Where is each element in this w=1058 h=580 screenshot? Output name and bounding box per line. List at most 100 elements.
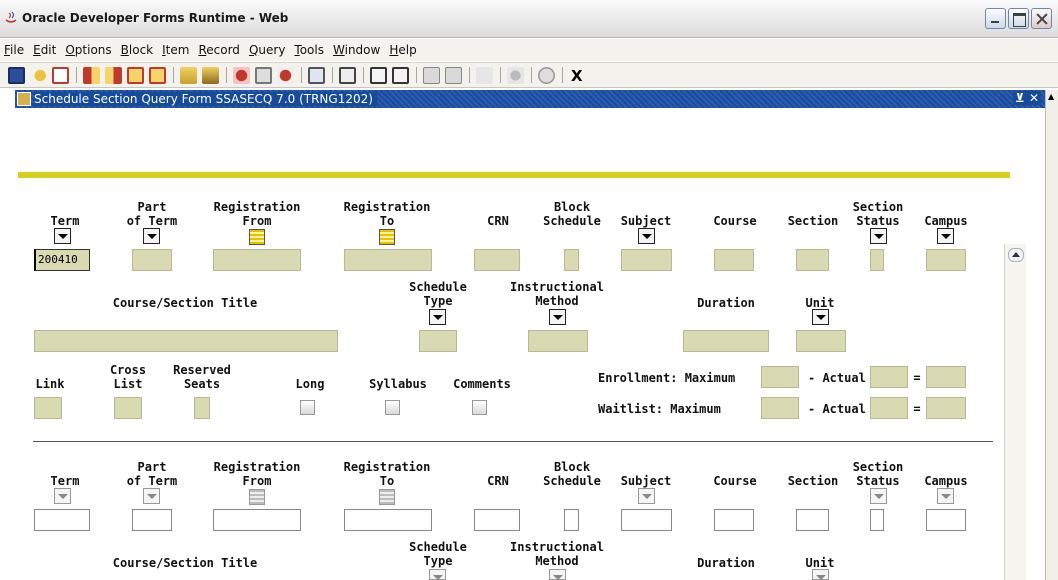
registration-from-field-2[interactable] — [213, 509, 301, 531]
previous-block-icon[interactable] — [83, 66, 100, 84]
section-status-lov-button-2[interactable] — [870, 488, 887, 504]
subject-field-2[interactable] — [621, 509, 672, 531]
waitlist-remaining-field[interactable] — [926, 397, 966, 419]
next-record-icon[interactable] — [149, 66, 166, 84]
menu-window[interactable]: Window — [333, 43, 380, 57]
close-window-button[interactable] — [1031, 8, 1052, 29]
long-checkbox[interactable] — [300, 400, 315, 415]
section-field[interactable] — [796, 249, 829, 271]
menu-query[interactable]: Query — [249, 43, 285, 57]
term-field[interactable]: 200410 — [34, 249, 90, 271]
subject-lov-button[interactable] — [638, 228, 655, 244]
print-report-icon[interactable] — [339, 66, 356, 84]
export-data-icon[interactable] — [392, 66, 409, 84]
enrollment-actual-field[interactable] — [870, 366, 908, 388]
cross-list-field[interactable] — [114, 397, 142, 419]
term-field-2[interactable] — [34, 509, 90, 531]
minimize-button[interactable] — [985, 8, 1006, 29]
duration-field[interactable] — [683, 330, 769, 352]
menu-block[interactable]: Block — [121, 43, 153, 57]
records-scrollbar[interactable] — [1004, 244, 1026, 580]
rollback-icon[interactable] — [30, 66, 47, 84]
extract-data-icon[interactable] — [370, 66, 387, 84]
section-field-2[interactable] — [796, 509, 829, 531]
link-field[interactable] — [34, 397, 62, 419]
waitlist-maximum-field[interactable] — [761, 397, 799, 419]
syllabus-checkbox[interactable] — [385, 400, 400, 415]
section-status-field[interactable] — [870, 249, 884, 271]
waitlist-actual-field[interactable] — [870, 397, 908, 419]
crn-field-2[interactable] — [474, 509, 520, 531]
course-field-2[interactable] — [714, 509, 754, 531]
registration-to-calendar-icon[interactable] — [379, 229, 395, 245]
schedule-type-lov-button[interactable] — [429, 309, 446, 325]
part-of-term-lov-button[interactable] — [143, 228, 160, 244]
print-icon[interactable] — [52, 66, 69, 84]
section-label: Section — [787, 214, 839, 228]
menu-item[interactable]: Item — [162, 43, 189, 57]
menu-help[interactable]: Help — [389, 43, 416, 57]
block-schedule-field-2[interactable] — [564, 509, 579, 531]
course-section-title-field[interactable] — [34, 330, 338, 352]
menu-tools[interactable]: Tools — [294, 43, 324, 57]
maximize-button[interactable] — [1008, 8, 1029, 29]
comments-checkbox[interactable] — [472, 400, 487, 415]
schedule-type-field[interactable] — [419, 330, 457, 352]
term-lov-button-2[interactable] — [54, 488, 71, 504]
instructional-method-lov-button-2[interactable] — [549, 569, 566, 580]
part-of-term-field-2[interactable] — [132, 509, 172, 531]
course-field[interactable] — [714, 249, 754, 271]
item-properties-icon[interactable] — [445, 66, 462, 84]
menu-options[interactable]: Options — [65, 43, 111, 57]
section-status-lov-button[interactable] — [870, 228, 887, 244]
options-icon[interactable] — [423, 66, 440, 84]
execute-query-icon[interactable] — [202, 66, 219, 84]
term-lov-button[interactable] — [54, 228, 71, 244]
part-of-term-field[interactable] — [132, 249, 172, 271]
insert-record-icon[interactable] — [233, 66, 250, 84]
exit-button[interactable]: X — [571, 67, 583, 85]
subject-field[interactable] — [621, 249, 672, 271]
reserved-seats-field[interactable] — [194, 397, 210, 419]
next-block-icon[interactable] — [105, 66, 122, 84]
campus-lov-button[interactable] — [937, 228, 954, 244]
outer-scrollbar[interactable]: ▲ — [1045, 90, 1058, 580]
campus-field[interactable] — [926, 249, 966, 271]
crn-field[interactable] — [474, 249, 520, 271]
section-status-field-2[interactable] — [870, 509, 884, 531]
previous-record-icon[interactable] — [127, 66, 144, 84]
registration-from-calendar-icon-2[interactable] — [249, 489, 265, 505]
enrollment-remaining-field[interactable] — [926, 366, 966, 388]
menu-edit[interactable]: Edit — [33, 43, 56, 57]
schedule-type-lov-button-2[interactable] — [429, 569, 446, 580]
attachment-icon[interactable] — [308, 66, 325, 84]
instructional-method-lov-button[interactable] — [549, 309, 566, 325]
enter-query-icon[interactable] — [180, 66, 197, 84]
save-icon[interactable] — [8, 66, 25, 84]
form-window-controls[interactable]: ⊻ ✕ — [1013, 91, 1041, 105]
scroll-up-button[interactable] — [1008, 248, 1024, 262]
block-schedule-field[interactable] — [564, 249, 579, 271]
help-icon[interactable] — [538, 66, 555, 84]
sound-icon[interactable] — [476, 66, 493, 84]
registration-from-field[interactable] — [213, 249, 301, 271]
duplicate-record-icon[interactable] — [255, 66, 272, 84]
remove-record-icon[interactable] — [277, 66, 294, 84]
course-section-title-label: Course/Section Title — [112, 296, 258, 310]
unit-lov-button-2[interactable] — [812, 569, 829, 580]
registration-to-field[interactable] — [344, 249, 432, 271]
unit-field[interactable] — [796, 330, 846, 352]
part-of-term-lov-button-2[interactable] — [143, 488, 160, 504]
unit-lov-button[interactable] — [812, 309, 829, 325]
exit-form-icon[interactable] — [507, 66, 524, 84]
registration-from-calendar-icon[interactable] — [249, 229, 265, 245]
campus-lov-button-2[interactable] — [937, 488, 954, 504]
menu-file[interactable]: File — [4, 43, 24, 57]
subject-lov-button-2[interactable] — [638, 488, 655, 504]
registration-to-field-2[interactable] — [344, 509, 432, 531]
menu-record[interactable]: Record — [198, 43, 239, 57]
enrollment-maximum-field[interactable] — [761, 366, 799, 388]
campus-field-2[interactable] — [926, 509, 966, 531]
instructional-method-field[interactable] — [528, 330, 588, 352]
registration-to-calendar-icon-2[interactable] — [379, 489, 395, 505]
